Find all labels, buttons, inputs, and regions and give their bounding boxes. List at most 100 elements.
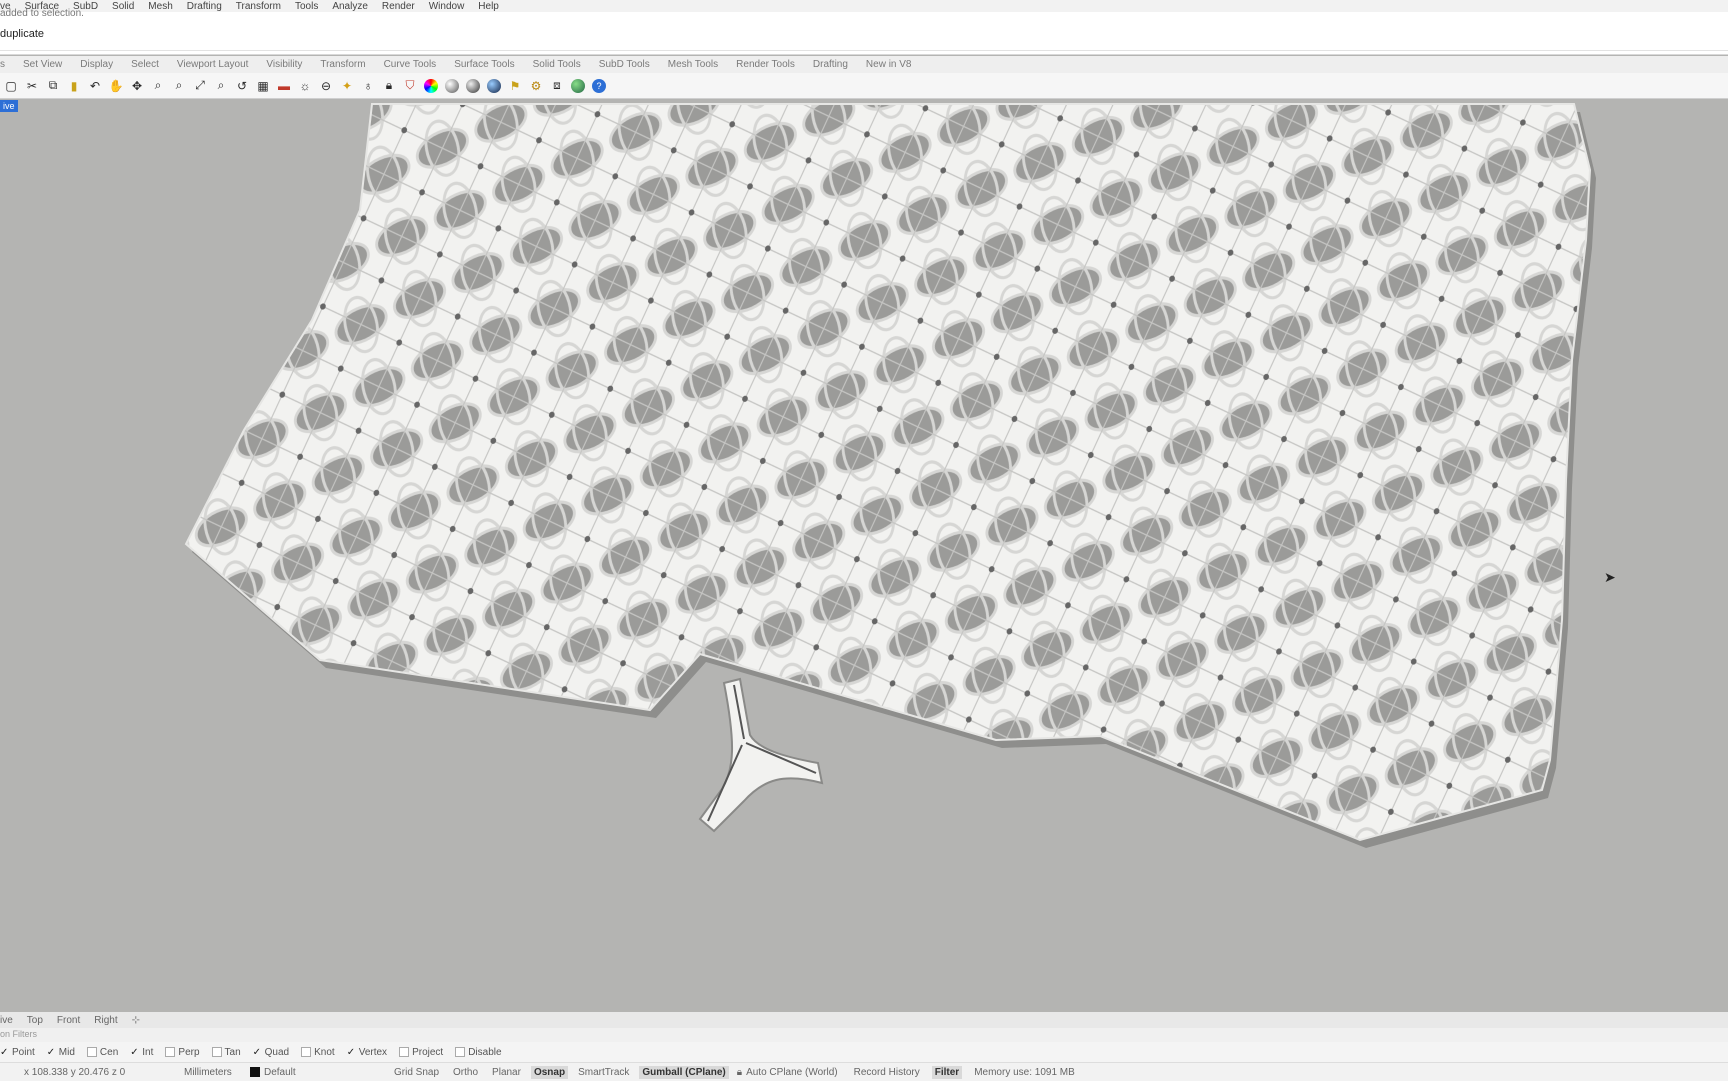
- menu-item-solid[interactable]: Solid: [112, 1, 134, 12]
- tab-top[interactable]: Top: [27, 1015, 43, 1026]
- check-icon: ✓: [346, 1046, 356, 1058]
- snapshot-icon[interactable]: ✦: [338, 77, 356, 95]
- menu-item-render[interactable]: Render: [382, 1, 415, 12]
- menu-item-help[interactable]: Help: [478, 1, 499, 12]
- grid-snap-toggle[interactable]: Grid Snap: [394, 1067, 439, 1078]
- grid-icon[interactable]: ▦: [254, 77, 272, 95]
- command-history: added to selection.: [0, 8, 84, 19]
- tab-solid-tools[interactable]: Solid Tools: [533, 59, 581, 70]
- memory-usage: Memory use: 1091 MB: [974, 1066, 1075, 1078]
- tab-render-tools[interactable]: Render Tools: [736, 59, 795, 70]
- tab-set-view[interactable]: Set View: [23, 59, 62, 70]
- menu-bar: ve Surface SubD Solid Mesh Drafting Tran…: [0, 0, 1728, 12]
- filters-label[interactable]: on Filters: [0, 1029, 37, 1039]
- tile-array[interactable]: [184, 103, 1592, 842]
- main-toolbar: ▢ ✂ ⧉ ▮ ↶ ✋ ✥ ⌕ ⌕ ⤢ ⌕ ↺ ▦ ▬ ☼ ⊖ ✦ ♁ 🔒︎ ⛉…: [0, 73, 1728, 99]
- tab-select[interactable]: Select: [131, 59, 159, 70]
- osnap-toggle[interactable]: Osnap: [530, 1065, 569, 1079]
- menu-item-drafting[interactable]: Drafting: [187, 1, 222, 12]
- menu-item-transform[interactable]: Transform: [236, 1, 281, 12]
- zoom-selected-icon[interactable]: ⌕: [212, 77, 230, 95]
- menu-item-tools[interactable]: Tools: [295, 1, 318, 12]
- cplane-icon[interactable]: ⊖: [317, 77, 335, 95]
- osnap-point[interactable]: ✓ Point: [0, 1047, 35, 1058]
- tab-surface-tools[interactable]: Surface Tools: [454, 59, 514, 70]
- osnap-int[interactable]: ✓ Int: [130, 1047, 153, 1058]
- menu-item-window[interactable]: Window: [429, 1, 465, 12]
- rotate-view-icon[interactable]: ✥: [128, 77, 146, 95]
- lock-icon[interactable]: 🔒︎: [380, 77, 398, 95]
- viewport-tabs: ive Top Front Right ⊹: [0, 1012, 1728, 1028]
- viewport-label[interactable]: ive: [0, 100, 18, 112]
- menu-item-analyze[interactable]: Analyze: [332, 1, 368, 12]
- auto-cplane-toggle[interactable]: Auto CPlane (World): [746, 1067, 838, 1078]
- tab-transform[interactable]: Transform: [320, 59, 365, 70]
- record-history-toggle[interactable]: Record History: [854, 1067, 920, 1078]
- osnap-perp[interactable]: Perp: [165, 1047, 200, 1058]
- add-viewport-icon[interactable]: ⊹: [132, 1015, 140, 1026]
- tab-drafting[interactable]: Drafting: [813, 59, 848, 70]
- gear-icon[interactable]: ⚙: [527, 77, 545, 95]
- coordinates-readout: x 108.338 y 20.476 z 0: [24, 1066, 126, 1078]
- status-bar: x 108.338 y 20.476 z 0 Millimeters Defau…: [0, 1062, 1728, 1081]
- tab-subd-tools[interactable]: SubD Tools: [599, 59, 650, 70]
- checkbox-empty: [301, 1047, 312, 1057]
- command-input[interactable]: duplicate: [0, 24, 1728, 51]
- layers-icon[interactable]: ⧈: [548, 77, 566, 95]
- perspective-viewport[interactable]: ive ➤: [0, 100, 1728, 1012]
- menu-item-mesh[interactable]: Mesh: [148, 1, 172, 12]
- osnap-disable[interactable]: Disable: [455, 1047, 502, 1058]
- tab-standard[interactable]: s: [0, 59, 5, 70]
- layer-swatch[interactable]: [250, 1067, 260, 1077]
- filter-toggle[interactable]: Filter: [931, 1065, 963, 1079]
- units-label[interactable]: Millimeters: [184, 1067, 248, 1078]
- checkbox-empty: [86, 1047, 97, 1057]
- tab-display[interactable]: Display: [80, 59, 113, 70]
- undo-icon[interactable]: ↶: [86, 77, 104, 95]
- tile-pattern-model[interactable]: [0, 100, 1728, 1012]
- copy-icon[interactable]: ⧉: [44, 77, 62, 95]
- smarttrack-toggle[interactable]: SmartTrack: [578, 1067, 629, 1078]
- current-layer[interactable]: Default: [264, 1067, 394, 1078]
- single-tripod-tile[interactable]: [698, 677, 824, 833]
- tab-new-in-v8[interactable]: New in V8: [866, 59, 912, 70]
- rendered-sphere-icon[interactable]: [487, 78, 501, 93]
- cut-icon[interactable]: ✂: [23, 77, 41, 95]
- color-wheel-icon[interactable]: [424, 78, 438, 93]
- lightbulb-icon[interactable]: ♁: [359, 77, 377, 95]
- shaded-sphere-icon[interactable]: [466, 78, 480, 93]
- zoom-icon[interactable]: ⌕: [149, 77, 167, 95]
- tab-perspective[interactable]: ive: [0, 1015, 13, 1026]
- gumball-toggle[interactable]: Gumball (CPlane): [639, 1065, 729, 1079]
- ortho-toggle[interactable]: Ortho: [453, 1067, 478, 1078]
- tab-visibility[interactable]: Visibility: [266, 59, 302, 70]
- filter-icon[interactable]: ⛉: [401, 77, 419, 95]
- pan-icon[interactable]: ✋: [107, 77, 125, 95]
- checkbox-empty: [211, 1047, 222, 1057]
- tab-right[interactable]: Right: [94, 1015, 117, 1026]
- new-icon[interactable]: ▢: [2, 77, 20, 95]
- osnap-knot[interactable]: Knot: [301, 1047, 335, 1058]
- osnap-project[interactable]: Project: [399, 1047, 443, 1058]
- tab-curve-tools[interactable]: Curve Tools: [384, 59, 437, 70]
- tab-front[interactable]: Front: [57, 1015, 80, 1026]
- osnap-mid[interactable]: ✓ Mid: [47, 1047, 75, 1058]
- object-props-icon[interactable]: ⚑: [506, 77, 524, 95]
- osnap-quad[interactable]: ✓ Quad: [253, 1047, 289, 1058]
- planar-toggle[interactable]: Planar: [492, 1067, 521, 1078]
- osnap-cen[interactable]: Cen: [86, 1047, 118, 1058]
- osnap-tan[interactable]: Tan: [211, 1047, 241, 1058]
- tab-mesh-tools[interactable]: Mesh Tools: [668, 59, 718, 70]
- check-icon: ✓: [130, 1046, 139, 1058]
- globe-icon[interactable]: [571, 78, 585, 93]
- zoom-window-icon[interactable]: ⌕: [170, 77, 188, 95]
- osnap-vertex[interactable]: ✓ Vertex: [347, 1047, 387, 1058]
- tab-viewport-layout[interactable]: Viewport Layout: [177, 59, 249, 70]
- zoom-extents-icon[interactable]: ⤢: [191, 77, 209, 95]
- wireframe-sphere-icon[interactable]: [445, 78, 459, 93]
- paste-icon[interactable]: ▮: [65, 77, 83, 95]
- section-icon[interactable]: ▬: [275, 77, 293, 95]
- undo-view-icon[interactable]: ↺: [233, 77, 251, 95]
- lights-icon[interactable]: ☼: [296, 77, 314, 95]
- help-icon[interactable]: ?: [592, 78, 606, 93]
